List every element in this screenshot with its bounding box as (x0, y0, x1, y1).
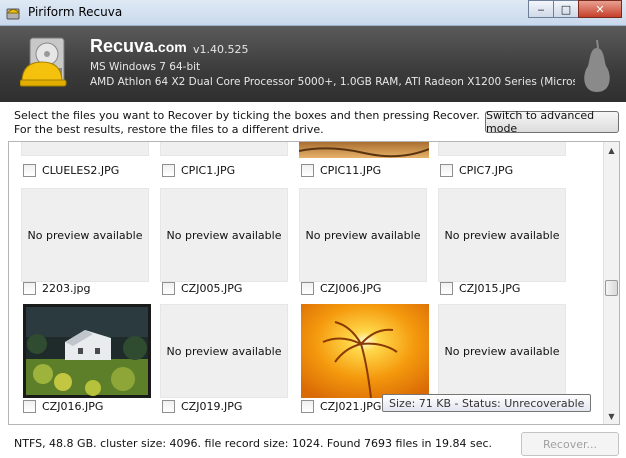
piriform-pear-icon (584, 39, 610, 92)
file-name: CPIC7.JPG (459, 164, 514, 177)
file-status-tooltip: Size: 71 KB - Status: Unrecoverable (382, 394, 592, 412)
file-name: CZJ019.JPG (181, 400, 243, 413)
minimize-button[interactable]: ‒ (528, 0, 554, 18)
file-checkbox[interactable] (301, 400, 314, 413)
instructions-line-2: For the best results, restore the files … (14, 123, 324, 136)
hardware-info: AMD Athlon 64 X2 Dual Core Processor 500… (90, 76, 575, 88)
file-name: CZJ006.JPG (320, 282, 382, 295)
thumbnail-preview-image[interactable] (299, 141, 429, 158)
thumbnail-preview[interactable]: No preview available (160, 188, 288, 282)
file-name: CZJ021.JPG (320, 400, 382, 413)
file-name: CZJ005.JPG (181, 282, 243, 295)
thumbnail-preview-image[interactable] (23, 304, 151, 398)
file-name: CZJ016.JPG (42, 400, 104, 413)
thumbnail-preview[interactable]: No preview available (160, 304, 288, 398)
thumbnail-preview-image[interactable] (301, 304, 429, 398)
file-checkbox[interactable] (440, 282, 453, 295)
file-name: 2203.jpg (42, 282, 91, 295)
maximize-button[interactable]: □ (553, 0, 579, 18)
file-name: CPIC1.JPG (181, 164, 236, 177)
file-checkbox[interactable] (162, 282, 175, 295)
thumbnail-preview[interactable] (160, 142, 288, 156)
version-label: v1.40.525 (193, 43, 249, 56)
thumbnail-preview[interactable] (438, 142, 566, 156)
file-name: CPIC11.JPG (320, 164, 382, 177)
file-name: CZJ015.JPG (459, 282, 521, 295)
thumbnail-preview[interactable]: No preview available (438, 304, 566, 398)
scrollbar-thumb[interactable] (605, 280, 618, 296)
file-checkbox[interactable] (23, 282, 36, 295)
recuva-app-icon (6, 8, 21, 20)
brand-title: Recuva (90, 36, 155, 56)
scroll-down-arrow-icon[interactable]: ▼ (604, 408, 619, 424)
window-title: Piriform Recuva (28, 5, 123, 19)
file-checkbox[interactable] (440, 164, 453, 177)
scan-status-text: NTFS, 48.8 GB. cluster size: 4096. file … (14, 437, 493, 450)
thumbnail-preview[interactable]: No preview available (299, 188, 427, 282)
brand-name: Recuva.com (90, 36, 187, 57)
scroll-up-arrow-icon[interactable]: ▲ (604, 142, 619, 158)
minimize-icon: ‒ (537, 2, 545, 16)
file-checkbox[interactable] (162, 164, 175, 177)
file-checkbox[interactable] (162, 400, 175, 413)
close-icon: ✕ (595, 2, 605, 16)
brand-suffix: .com (154, 39, 187, 55)
hard-drive-hardhat-logo (20, 37, 67, 87)
os-info: MS Windows 7 64-bit (90, 61, 201, 73)
title-bar[interactable]: Piriform Recuva ‒ □ ✕ (0, 0, 626, 26)
close-button[interactable]: ✕ (578, 0, 622, 18)
instructions-line-1: Select the files you want to Recover by … (14, 109, 480, 122)
file-thumbnail-grid[interactable]: CLUELES2.JPG CPIC1.JPG CPIC11.JPG CPIC7.… (8, 141, 620, 425)
file-checkbox[interactable] (23, 164, 36, 177)
vertical-scrollbar[interactable]: ▲ ▼ (603, 142, 619, 424)
file-checkbox[interactable] (23, 400, 36, 413)
maximize-icon: □ (560, 2, 572, 16)
instructions: Select the files you want to Recover by … (14, 109, 480, 137)
thumbnail-preview[interactable]: No preview available (21, 188, 149, 282)
file-name: CLUELES2.JPG (42, 164, 120, 177)
app-header: Recuva.com v1.40.525 MS Windows 7 64-bit… (0, 26, 626, 102)
recover-button[interactable]: Recover... (521, 432, 619, 456)
file-checkbox[interactable] (301, 164, 314, 177)
file-checkbox[interactable] (301, 282, 314, 295)
switch-to-advanced-mode-button[interactable]: Switch to advanced mode (485, 109, 619, 135)
thumbnail-preview[interactable]: No preview available (438, 188, 566, 282)
thumbnail-preview[interactable] (21, 142, 149, 156)
